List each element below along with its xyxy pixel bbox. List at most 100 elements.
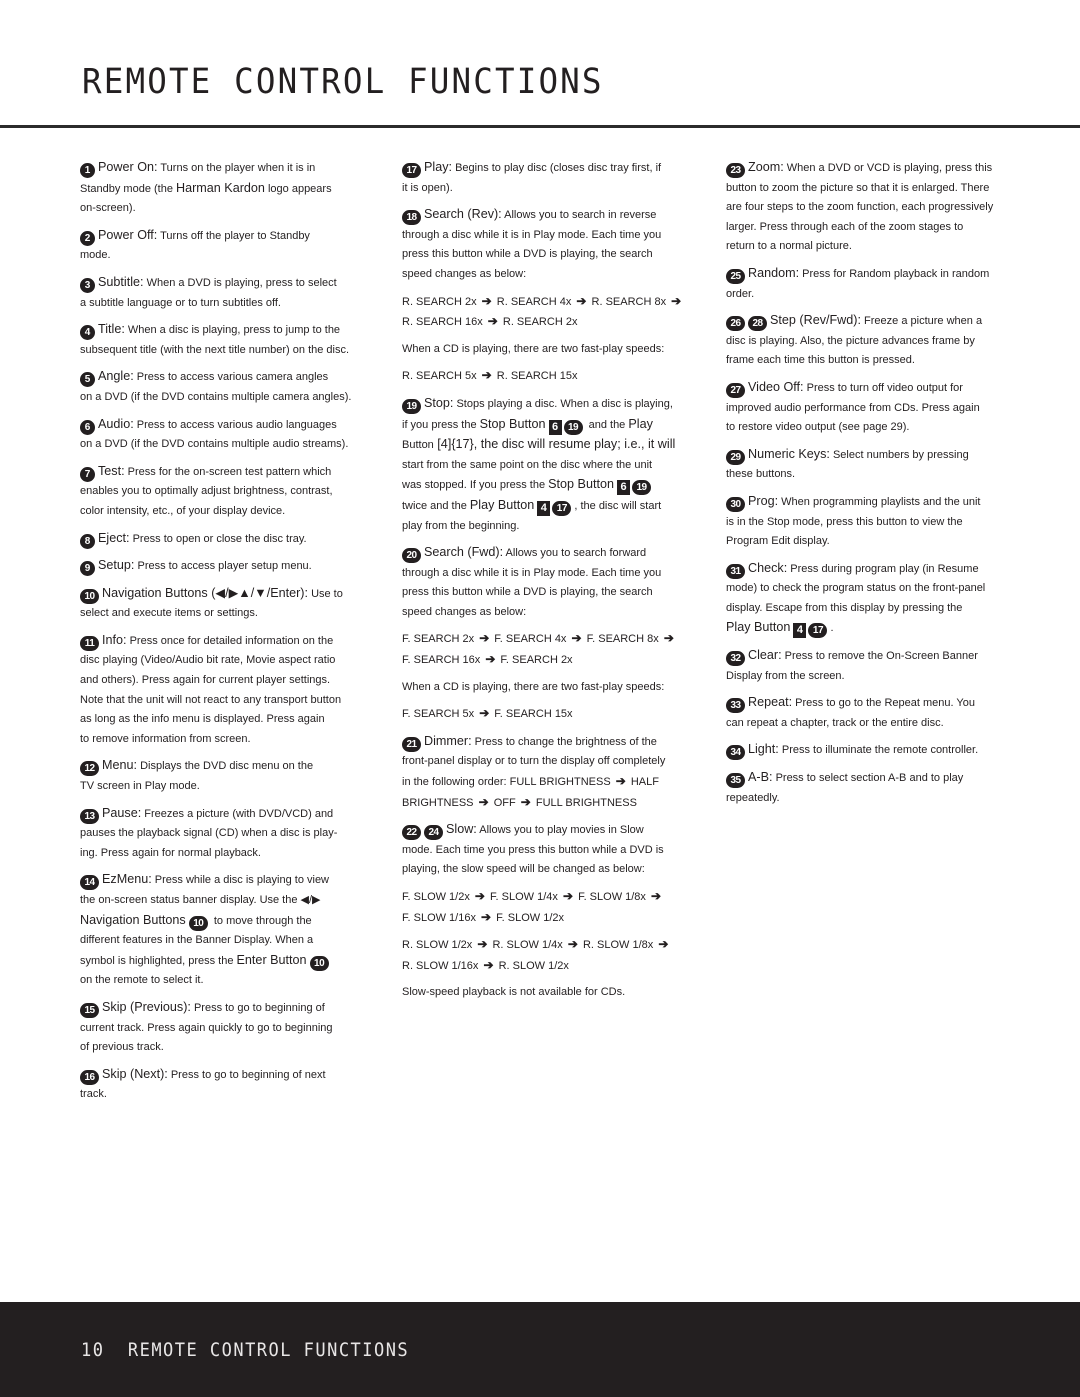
text-line: and others). Press again for current pla… <box>80 674 331 687</box>
button-name: Stop Button <box>548 477 614 492</box>
text-line: 3 Subtitle: When a DVD is playing, press … <box>80 273 372 294</box>
button-name: Play Button <box>726 620 791 635</box>
text-line: F. SEARCH 16x ➔ F. SEARCH 2x <box>402 650 694 671</box>
arrow-right-icon: ➔ <box>615 774 626 789</box>
function-entry: 19 Stop: Stops playing a disc. When a dis… <box>402 394 694 536</box>
text-line: frame each time this button is pressed. <box>726 354 915 367</box>
text-line: 9 Setup: Press to access player setup men… <box>80 556 372 577</box>
callout-number-icon: 6 <box>80 419 95 435</box>
speed-sequence: F. SLOW 1/2x ➔ F. SLOW 1/4x ➔ F. SLOW 1/… <box>402 887 694 928</box>
function-name: Dimmer: <box>424 733 472 748</box>
text-line: select and execute items or settings. <box>80 607 258 620</box>
arrow-right-icon: ➔ <box>474 889 485 903</box>
text-line: Program Edit display. <box>726 535 830 548</box>
text-line: 6 Audio: Press to access various audio la… <box>80 415 372 436</box>
front-panel-number-icon: 4 <box>537 500 551 516</box>
text-line: return to a normal picture. <box>726 240 852 253</box>
function-name: Setup: <box>98 558 135 573</box>
callout-number-icon: 3 <box>80 277 95 293</box>
function-entry: 9 Setup: Press to access player setup men… <box>80 556 372 577</box>
function-name: Zoom: <box>748 160 784 174</box>
text-line: Slow-speed playback is not available for… <box>402 986 626 999</box>
text-line: playing, the slow speed will be changed … <box>402 863 645 876</box>
arrow-right-icon: ➔ <box>481 293 492 308</box>
arrow-right-icon: ➔ <box>478 794 489 809</box>
text-line: R. SLOW 1/16x ➔ R. SLOW 1/2x <box>402 956 694 977</box>
text-line: R. SEARCH 5x ➔ R. SEARCH 15x <box>402 366 694 387</box>
function-name: Search (Rev): <box>424 207 502 222</box>
front-panel-number-icon: 4 <box>793 623 807 639</box>
button-name: [4]{17}, the disc will resume play; i.e.… <box>433 437 676 452</box>
function-name: Skip (Previous): <box>102 999 191 1014</box>
arrow-right-icon: ➔ <box>576 293 587 308</box>
text-line: twice and the Play Button 4 17, the disc … <box>402 497 662 516</box>
text-line: to restore video output (see page 29). <box>726 421 910 434</box>
callout-number-icon: 27 <box>726 382 745 398</box>
text-line: TV screen in Play mode. <box>80 780 200 793</box>
function-entry: 18 Search (Rev): Allows you to search in … <box>402 205 694 284</box>
function-name: Step (Rev/Fwd): <box>770 313 861 328</box>
text-line: different features in the Banner Display… <box>80 934 314 947</box>
text-line: 8 Eject: Press to open or close the disc … <box>80 529 372 550</box>
callout-number-icon: 34 <box>726 745 745 761</box>
function-entry: 7 Test: Press for the on-screen test patt… <box>80 462 372 522</box>
function-name: Stop: <box>424 395 454 410</box>
text-line: 5 Angle: Press to access various camera a… <box>80 367 372 388</box>
arrow-right-icon: ➔ <box>483 957 494 972</box>
function-name: Skip (Next): <box>102 1066 168 1081</box>
callout-number-icon: 32 <box>726 651 745 667</box>
function-entry: 27 Video Off: Press to turn off video out… <box>726 378 1022 438</box>
text-line: 21 Dimmer: Press to change the brightness… <box>402 732 694 753</box>
arrow-right-icon: ➔ <box>671 293 682 308</box>
text-line: enables you to optimally adjust brightne… <box>80 485 333 498</box>
text-line: speed changes as below: <box>402 605 527 618</box>
arrow-right-icon: ➔ <box>479 706 490 721</box>
text-line: mode. <box>80 249 111 262</box>
callout-number-icon: 7 <box>80 466 95 482</box>
text-line: 33 Repeat: Press to go to the Repeat menu… <box>726 693 1022 714</box>
text-line: F. SLOW 1/2x ➔ F. SLOW 1/4x ➔ F. SLOW 1/… <box>402 887 694 908</box>
text-line: 35 A-B: Press to select section A-B and t… <box>726 768 1022 789</box>
function-name: EzMenu: <box>102 872 152 887</box>
function-name: Power On: <box>98 160 158 174</box>
text-line: are four steps to the zoom function, eac… <box>726 201 994 214</box>
text-line: 20 Search (Fwd): Allows you to search for… <box>402 543 694 564</box>
arrow-right-icon: ➔ <box>520 794 531 809</box>
function-entry: 11 Info: Press once for detailed informat… <box>80 631 372 750</box>
function-entry: 22 24 Slow: Allows you to play movies in S… <box>402 820 694 880</box>
text-line: repeatedly. <box>726 791 780 804</box>
callout-number-icon: 29 <box>726 449 745 465</box>
text-line: R. SEARCH 2x ➔ R. SEARCH 4x ➔ R. SEARCH … <box>402 292 694 313</box>
text-line: 18 Search (Rev): Allows you to search in … <box>402 205 694 226</box>
function-name: Audio: <box>98 416 134 431</box>
arrow-right-icon: ➔ <box>487 314 498 329</box>
text-line: 26 28 Step (Rev/Fwd): Freeze a picture whe… <box>726 311 1022 332</box>
function-name: Light: <box>748 742 779 757</box>
callout-number-icon: 15 <box>80 1002 99 1018</box>
text-line: button to zoom the picture so that it is… <box>726 181 990 194</box>
text-line: 19 Stop: Stops playing a disc. When a dis… <box>402 394 694 415</box>
callout-number-icon: 17 <box>552 500 572 516</box>
function-entry: 6 Audio: Press to access various audio la… <box>80 415 372 455</box>
speed-sequence: Slow-speed playback is not available for… <box>402 983 694 1003</box>
speed-sequence: When a CD is playing, there are two fast… <box>402 340 694 360</box>
text-line: on the remote to select it. <box>80 974 204 987</box>
button-name: Play <box>628 416 653 431</box>
callout-number-icon: 14 <box>80 875 99 891</box>
arrow-right-icon: ➔ <box>481 909 492 924</box>
text-line: through a disc while it is in Play mode.… <box>402 566 662 579</box>
callout-number-icon: 22 <box>402 825 421 841</box>
callout-number-icon: 19 <box>632 480 652 496</box>
text-line: 30 Prog: When programming playlists and t… <box>726 492 1022 513</box>
arrow-right-icon: ➔ <box>663 631 674 646</box>
function-entry: 23 Zoom: When a DVD or VCD is playing, pr… <box>726 158 1022 257</box>
callout-number-icon: 20 <box>402 548 421 564</box>
text-line: 7 Test: Press for the on-screen test patt… <box>80 462 372 483</box>
text-line: 29 Numeric Keys: Select numbers by pressi… <box>726 445 1022 466</box>
function-entry: 15 Skip (Previous): Press to go to beginn… <box>80 998 372 1058</box>
function-name: Check: <box>748 560 788 575</box>
text-line: front-panel display or to turn the displ… <box>402 755 666 768</box>
text-line: 25 Random: Press for Random playback in r… <box>726 264 1022 285</box>
title-divider <box>0 125 1080 128</box>
function-name: Angle: <box>98 369 134 384</box>
